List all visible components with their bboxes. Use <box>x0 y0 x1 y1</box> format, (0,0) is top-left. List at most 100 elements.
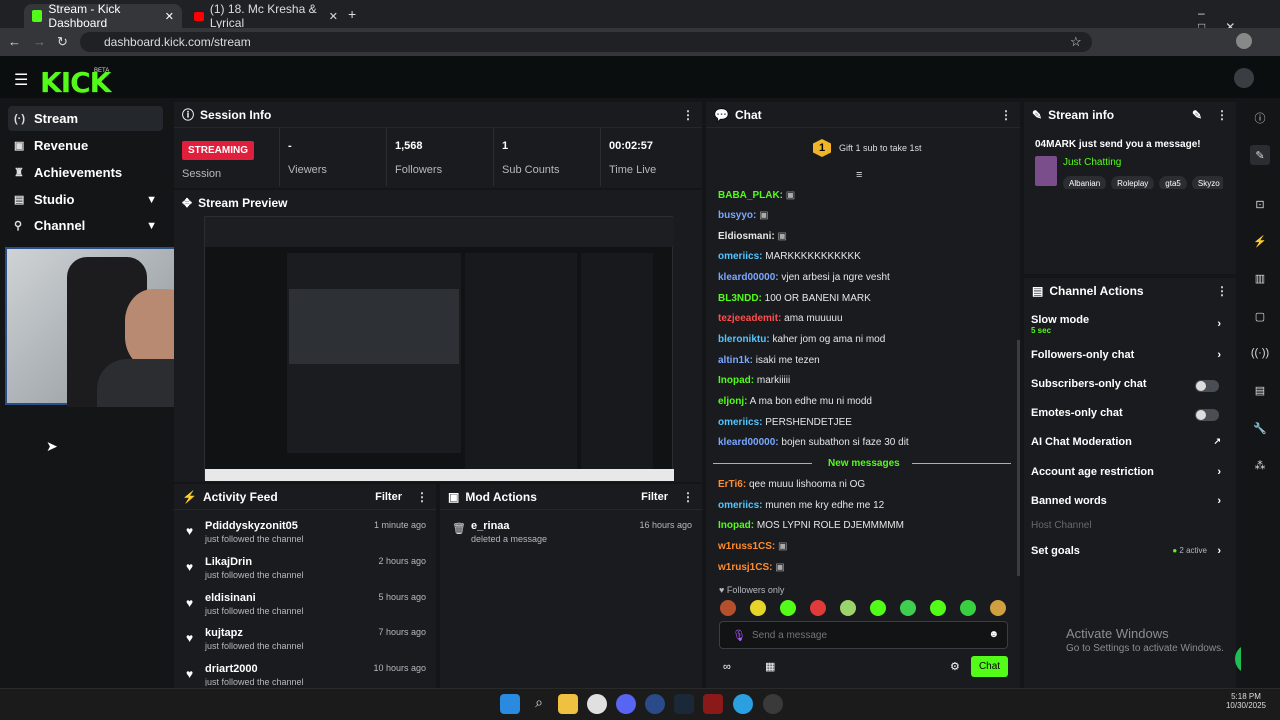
lightning-icon[interactable]: ⚡ <box>1250 231 1270 251</box>
tag[interactable]: Skyzo <box>1191 176 1223 189</box>
banned-words-action[interactable]: Banned words › <box>1031 495 1227 509</box>
tag[interactable]: gta5 <box>1159 176 1187 189</box>
filter-button[interactable]: Filter <box>641 491 668 503</box>
emote-icon[interactable] <box>840 600 856 616</box>
file-explorer-icon[interactable] <box>558 694 578 714</box>
tab-kick-dashboard[interactable]: Stream - Kick Dashboard ✕ <box>24 2 182 30</box>
microphone-icon[interactable]: 🎙 <box>732 629 746 642</box>
emotes-only-action[interactable]: Emotes-only chat <box>1031 407 1227 421</box>
account-age-action[interactable]: Account age restriction › <box>1031 466 1227 480</box>
chat-input[interactable]: 🎙 ☻ <box>719 621 1008 649</box>
emoji-icon[interactable]: ☻ <box>988 629 999 640</box>
more-options-icon[interactable]: ⋮ <box>416 490 428 504</box>
store-icon[interactable]: ▦ <box>765 660 775 673</box>
tag[interactable]: Roleplay <box>1111 176 1155 189</box>
category-thumbnail[interactable] <box>1035 156 1057 186</box>
chat-username[interactable]: Eldiosmani: <box>718 231 775 242</box>
document-icon[interactable]: ▥ <box>1250 268 1270 288</box>
chat-scrollbar[interactable] <box>1017 340 1020 576</box>
chat-username[interactable]: kleard00000: <box>718 437 779 448</box>
forward-icon[interactable]: → <box>33 34 46 49</box>
pinned-expand-icon[interactable]: ≡ <box>856 169 862 181</box>
reload-icon[interactable]: ↻ <box>57 34 68 50</box>
gift-leaderboard-text[interactable]: Gift 1 sub to take 1st <box>839 143 922 153</box>
emote-icon[interactable] <box>960 600 976 616</box>
info-icon[interactable]: ⓘ <box>1250 108 1270 128</box>
chat-settings-icon[interactable]: ∞ <box>723 661 731 673</box>
follower-name[interactable]: LikajDrin <box>205 556 252 568</box>
subscribers-only-toggle[interactable] <box>1195 380 1219 392</box>
emote-icon[interactable] <box>780 600 796 616</box>
edit-icon[interactable]: ✎ <box>1192 108 1202 122</box>
chat-username[interactable]: BABA_PLAK: <box>718 190 783 201</box>
ai-moderation-action[interactable]: AI Chat Moderation ↗ <box>1031 436 1227 450</box>
hamburger-menu-icon[interactable]: ☰ <box>14 70 28 90</box>
sidebar-item-studio[interactable]: ▤ Studio ▼ <box>8 187 163 212</box>
chat-username[interactable]: bleroniktu: <box>718 334 770 345</box>
browser-icon[interactable] <box>645 694 665 714</box>
emote-icon[interactable] <box>810 600 826 616</box>
telegram-icon[interactable] <box>733 694 753 714</box>
filter-button[interactable]: Filter <box>375 491 402 503</box>
close-icon[interactable]: ✕ <box>329 10 338 23</box>
sidebar-item-channel[interactable]: ⚲ Channel ▼ <box>8 213 163 238</box>
more-options-icon[interactable]: ⋮ <box>682 108 694 122</box>
profile-avatar[interactable] <box>1236 33 1252 49</box>
followers-only-action[interactable]: Followers-only chat › <box>1031 349 1227 363</box>
sidebar-item-revenue[interactable]: ▣ Revenue <box>8 133 163 158</box>
chat-username[interactable]: omeriics: <box>718 251 762 262</box>
chat-username[interactable]: Inopad: <box>718 520 754 531</box>
share-icon[interactable]: ⁂ <box>1250 455 1270 475</box>
chrome-icon[interactable] <box>587 694 607 714</box>
chat-username[interactable]: ErTi6: <box>718 479 746 490</box>
follower-name[interactable]: eldisinani <box>205 592 256 604</box>
chat-username[interactable]: kleard00000: <box>718 272 779 283</box>
follower-name[interactable]: driart2000 <box>205 663 258 675</box>
stream-preview-video[interactable] <box>204 216 674 481</box>
emotes-only-toggle[interactable] <box>1195 409 1219 421</box>
layout-icon[interactable]: ▤ <box>1250 380 1270 400</box>
wrench-icon[interactable]: 🔧 <box>1250 418 1270 438</box>
emote-icon[interactable] <box>870 600 886 616</box>
follower-name[interactable]: Pdiddyskyzonit05 <box>205 520 298 532</box>
set-goals-action[interactable]: Set goals ● 2 active › <box>1031 545 1227 559</box>
gear-icon[interactable]: ⚙ <box>950 660 960 673</box>
tab-youtube[interactable]: (1) 18. Mc Kresha & Lyrical ✕ <box>186 2 346 30</box>
emote-icon[interactable] <box>750 600 766 616</box>
edit-icon[interactable]: ✎ <box>1250 145 1270 165</box>
chat-username[interactable]: omeriics: <box>718 417 762 428</box>
search-icon[interactable]: ⌕ <box>529 694 549 714</box>
windows-start-icon[interactable] <box>500 694 520 714</box>
chat-username[interactable]: eljonj: <box>718 396 747 407</box>
follower-name[interactable]: kujtapz <box>205 627 243 639</box>
mod-user-name[interactable]: e_rinaa <box>471 520 510 532</box>
scan-icon[interactable]: ⊡ <box>1250 194 1270 214</box>
tag[interactable]: Albanian <box>1063 176 1107 189</box>
slow-mode-action[interactable]: Slow mode 5 sec › <box>1031 314 1227 336</box>
chat-username[interactable]: altin1k: <box>718 355 753 366</box>
system-clock[interactable]: 5:18 PM 10/30/2025 <box>1220 692 1272 710</box>
more-options-icon[interactable]: ⋮ <box>1000 108 1012 122</box>
more-options-icon[interactable]: ⋮ <box>1216 108 1228 122</box>
chat-message-field[interactable] <box>752 627 972 643</box>
chat-username[interactable]: busyyo: <box>718 210 756 221</box>
sidebar-item-achievements[interactable]: ♜ Achievements <box>8 160 163 185</box>
emote-icon[interactable] <box>720 600 736 616</box>
chat-username[interactable]: w1rusj1CS: <box>718 562 772 573</box>
chat-username[interactable]: tezjeeademit: <box>718 313 781 324</box>
subscribers-only-action[interactable]: Subscribers-only chat <box>1031 378 1227 392</box>
chat-bubble-icon[interactable]: ▢ <box>1250 306 1270 326</box>
chat-send-button[interactable]: Chat <box>971 656 1008 677</box>
broadcast-icon[interactable]: ((·)) <box>1250 343 1270 363</box>
emote-icon[interactable] <box>990 600 1006 616</box>
more-options-icon[interactable]: ⋮ <box>1216 284 1228 298</box>
chat-username[interactable]: omeriics: <box>718 500 762 511</box>
steam-icon[interactable] <box>674 694 694 714</box>
sidebar-item-stream[interactable]: (·) Stream <box>8 106 163 131</box>
obs-icon[interactable] <box>763 694 783 714</box>
new-tab-button[interactable]: + <box>348 6 356 22</box>
chat-username[interactable]: Inopad: <box>718 375 754 386</box>
bookmark-star-icon[interactable]: ☆ <box>1070 34 1082 50</box>
emote-icon[interactable] <box>900 600 916 616</box>
chat-username[interactable]: w1russ1CS: <box>718 541 775 552</box>
